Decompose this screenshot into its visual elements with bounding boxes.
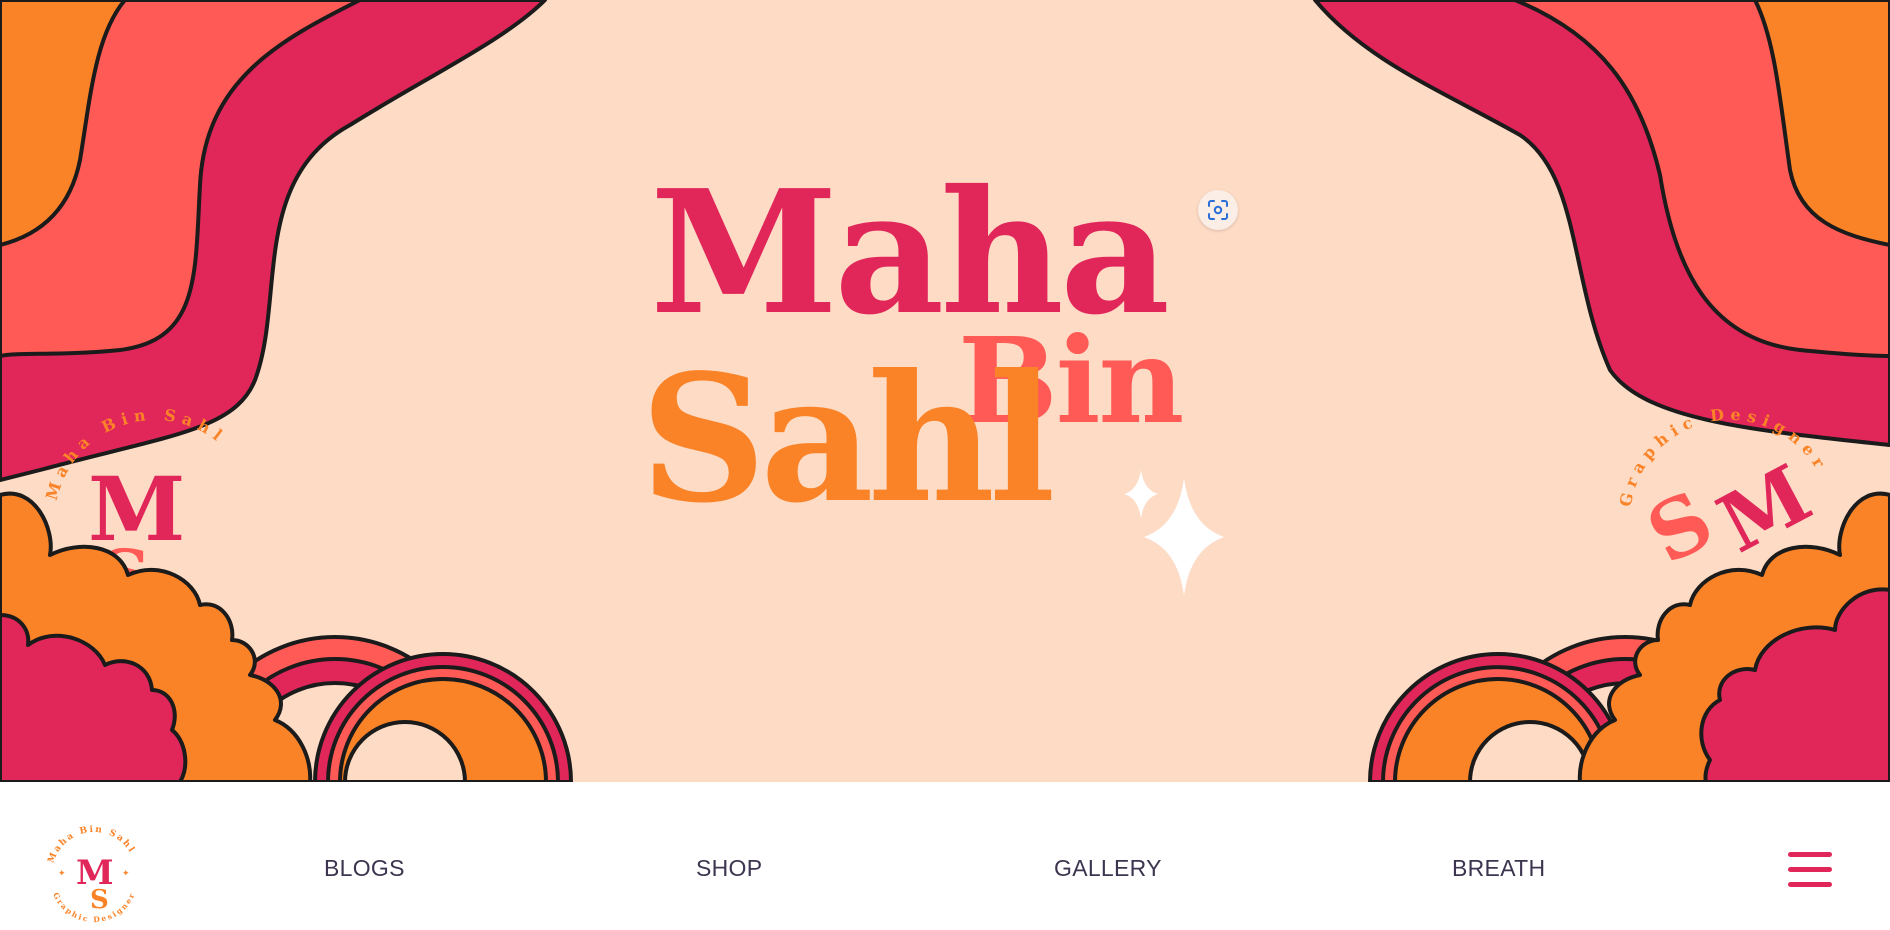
brand-title-sahl: Sahl <box>640 337 1055 542</box>
hamburger-menu-button[interactable] <box>1786 850 1834 890</box>
visual-search-button[interactable] <box>1198 190 1238 230</box>
logo-letter-s: S <box>90 885 109 915</box>
main-navbar: Maha Bin Sahl Graphic Designer ✦ ✦ M S B… <box>0 782 1890 924</box>
nav-link-breath[interactable]: BREATH <box>1452 855 1545 882</box>
nav-link-blogs[interactable]: BLOGS <box>324 855 405 882</box>
svg-text:✦: ✦ <box>58 868 66 878</box>
sparkle-icon <box>1124 470 1224 596</box>
top-left-waves <box>0 0 547 482</box>
nav-link-shop[interactable]: SHOP <box>696 855 762 882</box>
svg-text:✦: ✦ <box>122 868 130 878</box>
visual-search-icon <box>1208 200 1228 220</box>
nav-link-gallery[interactable]: GALLERY <box>1054 855 1162 882</box>
hero-banner: Maha Bin Sahl M S Graphic Designer S M <box>0 0 1890 782</box>
site-logo[interactable]: Maha Bin Sahl Graphic Designer ✦ ✦ M S <box>38 818 150 930</box>
top-right-waves <box>1313 0 1890 447</box>
